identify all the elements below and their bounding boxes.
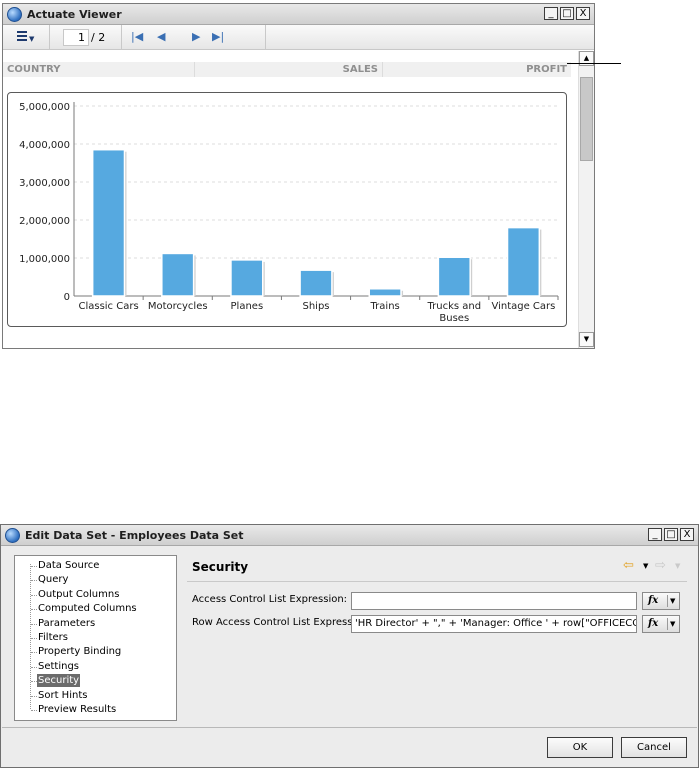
tree-item-computed-columns[interactable]: Computed Columns	[37, 602, 138, 615]
chevron-down-icon: ▼	[670, 620, 676, 628]
tree-item-sort-hints[interactable]: Sort Hints	[37, 689, 88, 702]
next-page-icon[interactable]: ▶	[192, 30, 200, 43]
tree-item-property-binding[interactable]: Property Binding	[37, 645, 122, 658]
tree-item-data-source[interactable]: Data Source	[37, 559, 100, 572]
x-tick-label: Trucks and Buses	[426, 301, 481, 324]
x-tick-label: Ships	[302, 301, 329, 312]
bar-6	[506, 226, 541, 297]
menu-list-icon[interactable]: ▼	[17, 30, 37, 44]
bar-4	[368, 288, 402, 297]
y-tick-label: 3,000,000	[19, 178, 70, 189]
tree-item-output-columns[interactable]: Output Columns	[37, 588, 120, 601]
fx-icon: fx	[648, 618, 659, 629]
forward-arrow-icon[interactable]: ⇨	[655, 558, 666, 573]
acl-expression-label: Access Control List Expression:	[192, 594, 348, 605]
column-country[interactable]: COUNTRY	[3, 62, 194, 77]
back-dropdown-icon[interactable]: ▼	[643, 562, 648, 570]
minimize-button[interactable]: _	[544, 7, 558, 20]
bar-3	[299, 269, 333, 297]
page-number-input[interactable]: 1	[63, 29, 89, 46]
page-total: / 2	[91, 31, 106, 44]
acl-expression-input[interactable]	[351, 592, 637, 610]
first-page-icon[interactable]: |◀	[131, 30, 143, 43]
scroll-down-icon[interactable]: ▼	[579, 332, 594, 347]
tree-item-settings[interactable]: Settings	[37, 660, 80, 673]
column-sales[interactable]: SALES	[195, 62, 382, 77]
actuate-logo-icon	[7, 6, 22, 22]
y-tick-label: 2,000,000	[19, 216, 70, 227]
tree-item-preview-results[interactable]: Preview Results	[37, 703, 117, 716]
tree-item-filters[interactable]: Filters	[37, 631, 69, 644]
last-page-icon[interactable]: ▶|	[212, 30, 224, 43]
viewer-toolbar: ▼ 1 / 2 |◀ ◀ ▶ ▶|	[3, 25, 594, 50]
viewer-titlebar: Actuate Viewer _ □ X	[3, 4, 594, 25]
row-acl-expression-label: Row Access Control List Expression:	[192, 617, 372, 628]
dialog-titlebar: Edit Data Set - Employees Data Set _ □ X	[1, 525, 698, 546]
bar-2	[230, 259, 264, 297]
pane-title: Security	[192, 560, 249, 574]
forward-dropdown-icon[interactable]: ▼	[675, 562, 680, 570]
edit-data-set-dialog: Edit Data Set - Employees Data Set _ □ X…	[0, 524, 699, 768]
x-tick-label: Classic Cars	[78, 301, 138, 312]
dialog-title: Edit Data Set - Employees Data Set	[25, 528, 244, 542]
callout-line	[567, 63, 621, 64]
close-button[interactable]: X	[680, 528, 694, 541]
x-tick-label: Vintage Cars	[491, 301, 555, 312]
minimize-button[interactable]: _	[648, 528, 662, 541]
bar-1	[161, 252, 195, 297]
scroll-thumb[interactable]	[580, 77, 593, 161]
row-acl-expression-input[interactable]: 'HR Director' + "," + 'Manager: Office '…	[351, 615, 637, 633]
bar-chart: 0 1,000,000 2,000,000 3,000,000 4,000,000 5,0…	[19, 102, 559, 324]
y-tick-label: 1,000,000	[19, 254, 70, 265]
back-arrow-icon[interactable]: ⇦	[623, 558, 634, 573]
tree-item-parameters[interactable]: Parameters	[37, 617, 96, 630]
actuate-viewer-window: Actuate Viewer _ □ X ▼ 1 / 2 |◀ ◀ ▶ ▶| C…	[2, 3, 595, 349]
acl-expression-builder-button[interactable]: fx ▼	[642, 592, 680, 610]
chart-frame: 0 1,000,000 2,000,000 3,000,000 4,000,000 5,0…	[7, 92, 567, 327]
y-tick-label: 4,000,000	[19, 140, 70, 151]
chevron-down-icon: ▼	[670, 597, 676, 605]
maximize-button[interactable]: □	[664, 528, 678, 541]
bar-5	[437, 256, 471, 297]
ok-button[interactable]: OK	[547, 737, 613, 758]
y-tick-label: 0	[64, 292, 70, 303]
viewer-title: Actuate Viewer	[27, 7, 122, 21]
maximize-button[interactable]: □	[560, 7, 574, 20]
y-tick-label: 5,000,000	[19, 102, 70, 113]
tree-item-security[interactable]: Security	[37, 674, 81, 688]
fx-icon: fx	[648, 595, 659, 606]
vertical-scrollbar[interactable]: ▲ ▼	[578, 51, 594, 348]
row-acl-expression-builder-button[interactable]: fx ▼	[642, 615, 680, 633]
bar-0	[91, 148, 126, 297]
x-tick-label: Motorcycles	[148, 301, 208, 312]
cancel-button[interactable]: Cancel	[621, 737, 687, 758]
dialog-app-icon	[5, 527, 20, 543]
previous-page-icon[interactable]: ◀	[157, 30, 165, 43]
column-profit[interactable]: PROFIT	[383, 62, 571, 77]
close-button[interactable]: X	[576, 7, 590, 20]
x-tick-label: Trains	[370, 301, 400, 312]
tree-item-query[interactable]: Query	[37, 573, 69, 586]
x-tick-label: Planes	[231, 301, 264, 312]
report-column-header: COUNTRY SALES PROFIT	[3, 51, 577, 77]
data-set-tree: Data Source Query Output Columns Computed C…	[14, 555, 177, 721]
